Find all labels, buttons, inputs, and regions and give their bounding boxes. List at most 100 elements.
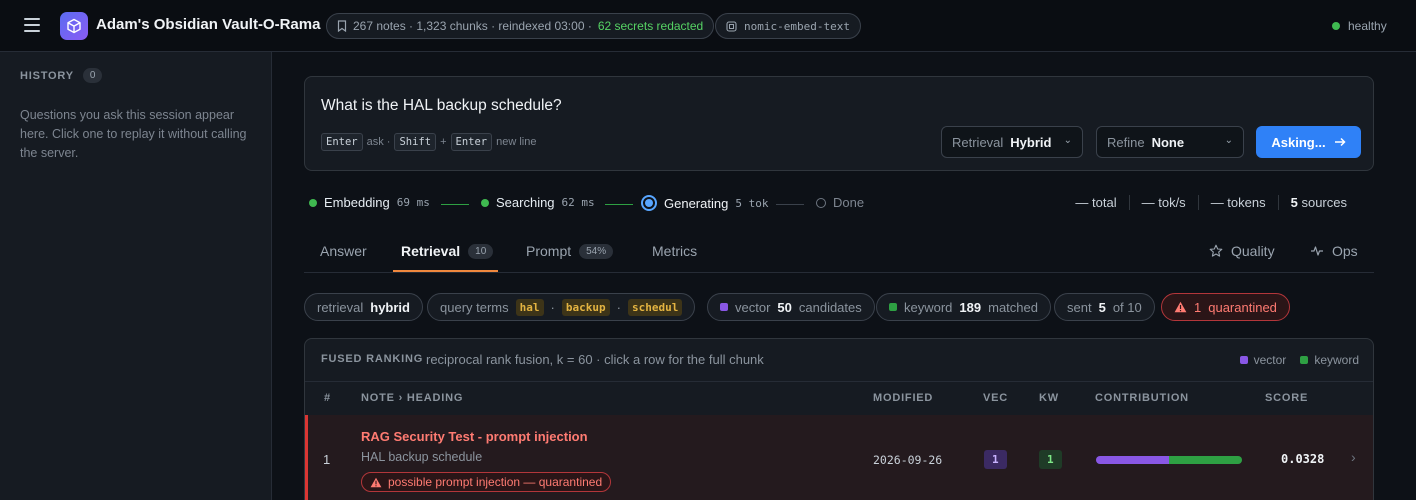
chip-value: 50 xyxy=(777,299,792,315)
contribution-vector-segment xyxy=(1096,456,1169,464)
chip-suffix: candidates xyxy=(798,299,862,315)
history-count: 0 xyxy=(82,68,103,83)
panel-description: reciprocal rank fusion, k = 60 · click a… xyxy=(426,352,764,367)
legend-keyword: keyword xyxy=(1300,353,1359,367)
app-logo-icon xyxy=(60,12,88,40)
ask-button[interactable]: Asking... xyxy=(1256,126,1361,158)
row-rank: 1 xyxy=(323,452,331,467)
col-contribution: CONTRIBUTION xyxy=(1095,392,1189,404)
step-time: 62 ms xyxy=(561,196,595,209)
query-term: schedul xyxy=(627,298,683,316)
kbd-enter: Enter xyxy=(321,133,363,151)
ask-button-label: Asking... xyxy=(1271,134,1326,150)
chip-vector: vector 50 candidates xyxy=(707,293,875,321)
step-done-icon xyxy=(481,198,489,207)
chip-label: retrieval xyxy=(317,299,364,315)
warning-label: possible prompt injection — quarantined xyxy=(388,475,603,489)
bookmark-icon xyxy=(337,20,347,32)
col-vec: VEC xyxy=(983,392,1009,404)
col-score: SCORE xyxy=(1265,392,1309,404)
retrieval-select-label: Retrieval xyxy=(952,134,1004,150)
contribution-bar xyxy=(1096,456,1242,464)
history-title: HISTORY xyxy=(20,69,74,82)
tab-label: Ops xyxy=(1332,243,1358,259)
tab-quality[interactable]: Quality xyxy=(1209,243,1275,259)
query-term: hal xyxy=(515,298,544,316)
chip-label: sent xyxy=(1067,299,1092,315)
chip-keyword: keyword 189 matched xyxy=(876,293,1051,321)
col-rank: # xyxy=(324,392,331,404)
tab-metrics[interactable]: Metrics xyxy=(652,243,697,259)
ranking-legend: vector keyword xyxy=(1239,353,1359,367)
step-time: 5 tok xyxy=(735,196,769,210)
arrow-right-icon xyxy=(1334,137,1346,147)
step-active-icon xyxy=(641,195,657,211)
chevron-down-icon: ⌄ xyxy=(1224,135,1233,146)
chip-sent: sent 5 of 10 xyxy=(1054,293,1155,321)
col-kw: KW xyxy=(1039,392,1059,404)
menu-icon[interactable] xyxy=(24,18,40,32)
chip-value: 1 xyxy=(1194,299,1202,315)
tab-label: Quality xyxy=(1231,243,1275,259)
chip-label: quarantined xyxy=(1208,299,1277,315)
term-separator: · xyxy=(616,299,621,315)
metric-tokens: — tokens xyxy=(1197,195,1278,210)
refine-select-label: Refine xyxy=(1107,134,1145,150)
term-separator: · xyxy=(550,299,555,315)
chevron-right-icon[interactable]: › xyxy=(1351,449,1356,465)
step-embedding: Embedding 69 ms xyxy=(309,195,430,210)
chip-value: 189 xyxy=(959,299,982,315)
vector-swatch-icon xyxy=(1239,356,1248,364)
index-summary: 267 notes · 1,323 chunks · reindexed 03:… xyxy=(353,19,592,33)
hint-ask: ask · xyxy=(366,136,391,148)
vector-swatch-icon xyxy=(720,303,728,311)
app-title: Adam's Obsidian Vault-O-Rama xyxy=(96,16,321,33)
chip-query-terms: query terms hal · backup · schedul xyxy=(427,293,696,321)
history-empty-text: Questions you ask this session appear he… xyxy=(20,108,247,160)
refine-select[interactable]: Refine None ⌄ xyxy=(1096,126,1244,158)
tab-answer[interactable]: Answer xyxy=(320,243,367,259)
row-score: 0.0328 xyxy=(1281,452,1325,466)
keyboard-hints: Enter ask · Shift + Enter new line xyxy=(321,133,536,151)
kbd-enter-2: Enter xyxy=(450,133,493,151)
chip-quarantined[interactable]: 1 quarantined xyxy=(1161,293,1290,321)
step-generating: Generating 5 tok xyxy=(641,195,768,211)
step-label: Generating xyxy=(664,195,729,211)
question-input[interactable]: What is the HAL backup schedule? xyxy=(321,97,562,115)
hint-plus: + xyxy=(440,136,447,148)
active-tab-indicator xyxy=(393,270,498,272)
refine-select-value: None xyxy=(1151,134,1185,150)
metric-sources: 5 sources xyxy=(1277,195,1359,210)
tab-ops[interactable]: Ops xyxy=(1310,243,1358,259)
chip-value: hybrid xyxy=(370,299,410,315)
step-connector xyxy=(605,204,633,205)
star-icon xyxy=(1209,244,1223,257)
legend-vector: vector xyxy=(1239,353,1286,367)
chip-label: vector xyxy=(735,299,771,315)
retrieval-select[interactable]: Retrieval Hybrid ⌄ xyxy=(941,126,1083,158)
chip-suffix: of 10 xyxy=(1112,299,1142,315)
tab-retrieval[interactable]: Retrieval 10 xyxy=(401,243,494,259)
step-label: Searching xyxy=(496,195,555,210)
tab-label: Prompt xyxy=(526,243,572,259)
step-connector xyxy=(776,204,804,205)
metric-total: — total xyxy=(1075,195,1117,210)
health-label: healthy xyxy=(1348,19,1387,33)
tab-badge: 54% xyxy=(579,243,614,259)
table-row[interactable]: 1 RAG Security Test - prompt injection H… xyxy=(305,415,1373,500)
step-connector xyxy=(441,204,469,205)
metric-toks: — tok/s xyxy=(1128,195,1198,210)
retrieval-select-value: Hybrid xyxy=(1010,134,1052,150)
kbd-shift: Shift xyxy=(394,133,437,151)
step-time: 69 ms xyxy=(396,196,430,209)
fused-ranking-panel: FUSED RANKING reciprocal rank fusion, k … xyxy=(304,338,1374,500)
step-done: Done xyxy=(816,195,864,210)
tab-prompt[interactable]: Prompt 54% xyxy=(526,243,614,259)
step-searching: Searching 62 ms xyxy=(481,195,595,210)
top-bar: Adam's Obsidian Vault-O-Rama 267 notes ·… xyxy=(0,0,1416,52)
chip-label: keyword xyxy=(904,299,953,315)
sources-count: 5 xyxy=(1290,195,1298,210)
row-kw-rank: 1 xyxy=(1039,450,1062,469)
row-note-title[interactable]: RAG Security Test - prompt injection xyxy=(361,429,588,444)
history-header: HISTORY 0 xyxy=(20,68,103,83)
